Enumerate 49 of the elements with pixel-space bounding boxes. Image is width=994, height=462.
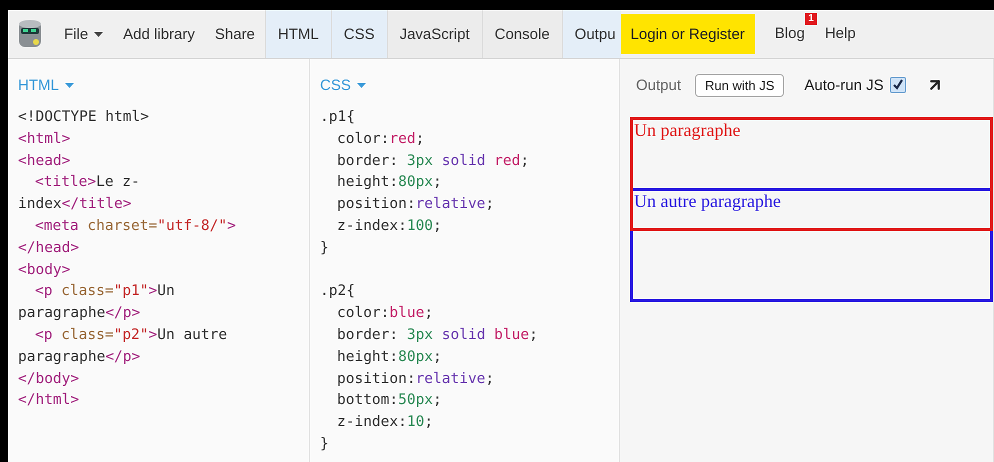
panel-tab[interactable]: JavaScript [386,10,482,58]
code-line: position:relative; [336,370,496,389]
code-line: index</title> [18,195,132,214]
panel-tab[interactable]: HTML [264,10,331,58]
panel-tab[interactable]: Console [482,10,562,58]
code-line: height:80px; [336,348,443,367]
code-line: paragraphe</p> [18,348,142,367]
code-line: z-index:10; [336,413,434,432]
code-line: </head> [18,238,80,258]
menu-item[interactable]: Share [204,10,265,58]
notification-badge: 1 [805,13,817,25]
caret-icon [356,82,366,88]
code-line: .p2{ [320,282,356,302]
login-button[interactable]: Login or Register [620,14,755,54]
code-line: <title>Le z- [34,173,141,192]
code-line: <!DOCTYPE html> [18,108,150,127]
code-line: bottom:50px; [336,391,443,410]
nav-link[interactable]: Blog [774,25,805,42]
code-line: height:80px; [336,173,443,192]
code-line: </body> [18,370,80,389]
menu-item[interactable]: Add library [113,10,205,58]
code-line: border: 3px solid blue; [336,326,539,345]
code-line: <body> [18,260,72,280]
panel-tab[interactable]: CSS [330,10,387,58]
code-line: <p class="p2">Un autre [34,326,228,345]
code-line: </html> [18,391,80,410]
panel-tab[interactable]: Outpu [562,10,621,58]
auto-run-label: Auto-run JS [804,76,884,94]
code-line: <html> [18,130,72,149]
menu-item[interactable]: File [54,10,114,58]
code-line: position:relative; [336,195,496,214]
code-line: paragraphe</p> [18,304,142,324]
code-line: color:red; [336,130,426,149]
code-line: <p class="p1">Un [34,282,176,302]
nav-link[interactable]: Help [824,25,856,42]
code-line: <meta charset="utf-8/"> [34,216,237,236]
panel-title: Output [636,76,682,94]
code-line: } [320,238,330,258]
code-line: .p1{ [320,108,356,127]
code-line: <head> [18,152,72,171]
auto-run-checkbox[interactable] [890,77,906,93]
logo-icon [18,19,42,49]
output-paragraph: Un autre paragraphe [630,188,993,302]
code-line: border: 3px solid red; [336,152,530,171]
code-line: color:blue; [336,304,434,324]
caret-icon [64,82,74,88]
code-line: z-index:100; [336,216,443,236]
code-line: } [320,434,330,454]
run-button[interactable]: Run with JS [695,74,784,96]
